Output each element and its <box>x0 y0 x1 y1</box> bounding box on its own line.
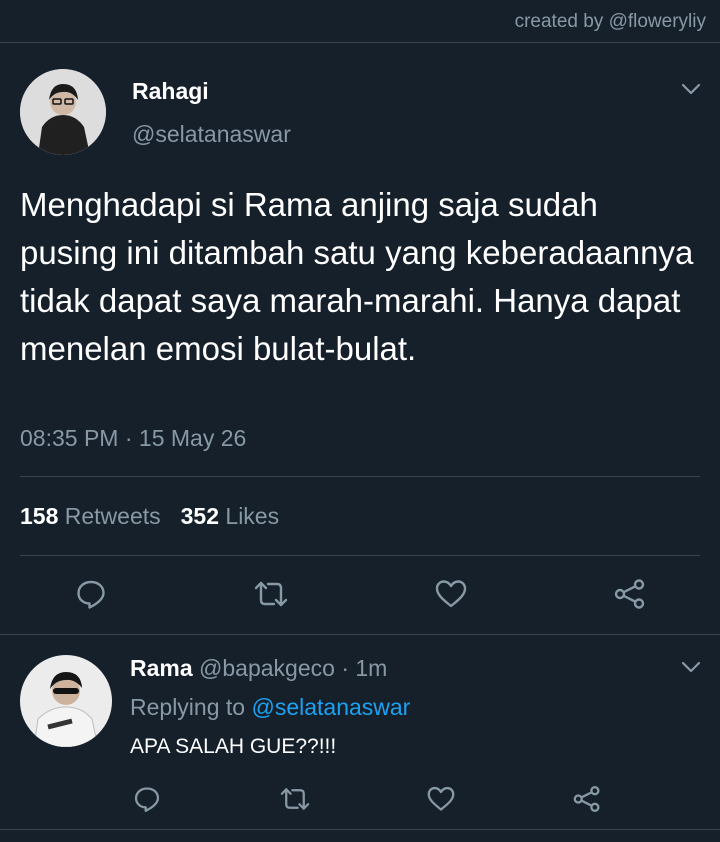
reply-header: Rama @bapakgeco · 1m <box>130 655 387 682</box>
retweet-icon[interactable] <box>279 785 311 813</box>
retweet-label: Retweets <box>64 503 161 529</box>
like-icon[interactable] <box>434 578 468 610</box>
tweet-stats: 158 Retweets 352 Likes <box>20 503 279 530</box>
divider <box>0 42 720 43</box>
reply-time: 1m <box>355 655 388 681</box>
retweets-stat[interactable]: 158 Retweets <box>20 503 161 529</box>
reply-author-avatar[interactable] <box>20 655 112 747</box>
separator-dot: · <box>341 655 349 681</box>
author-avatar[interactable] <box>20 69 106 155</box>
tweet-date: 15 May 26 <box>138 425 247 451</box>
divider <box>0 634 720 635</box>
divider <box>0 829 720 830</box>
chevron-down-icon[interactable] <box>680 656 702 678</box>
retweet-icon[interactable] <box>253 578 289 610</box>
like-icon[interactable] <box>426 785 456 813</box>
replying-label: Replying to <box>130 694 246 720</box>
reply-icon[interactable] <box>75 578 107 610</box>
like-count: 352 <box>180 503 220 529</box>
tweet-detail-page: created by @floweryliy Rahagi @selatanas… <box>0 0 720 842</box>
reply-icon[interactable] <box>133 785 161 813</box>
like-label: Likes <box>225 503 280 529</box>
replying-to-mention[interactable]: @selatanaswar <box>251 694 410 720</box>
replying-to-line: Replying to @selatanaswar <box>130 694 410 721</box>
retweet-count: 158 <box>20 503 59 529</box>
likes-stat[interactable]: 352 Likes <box>181 503 279 529</box>
divider <box>20 555 700 556</box>
reply-author-name[interactable]: Rama <box>130 655 193 681</box>
reply-author-handle[interactable]: @bapakgeco <box>199 655 335 681</box>
tweet-timestamp: 08:35 PM · 15 May 26 <box>20 425 246 452</box>
share-icon[interactable] <box>613 578 647 610</box>
chevron-down-icon[interactable] <box>680 78 702 100</box>
tweet-text: Menghadapi si Rama anjing saja sudah pus… <box>20 186 694 367</box>
divider <box>20 476 700 477</box>
tweet-time: 08:35 PM <box>20 425 119 451</box>
author-handle[interactable]: @selatanaswar <box>132 121 291 148</box>
reply-text: APA SALAH GUE??!!! <box>130 735 337 758</box>
credit-watermark: created by @floweryliy <box>514 11 706 32</box>
author-name[interactable]: Rahagi <box>132 78 209 105</box>
separator-dot: · <box>124 425 133 451</box>
share-icon[interactable] <box>572 785 602 813</box>
